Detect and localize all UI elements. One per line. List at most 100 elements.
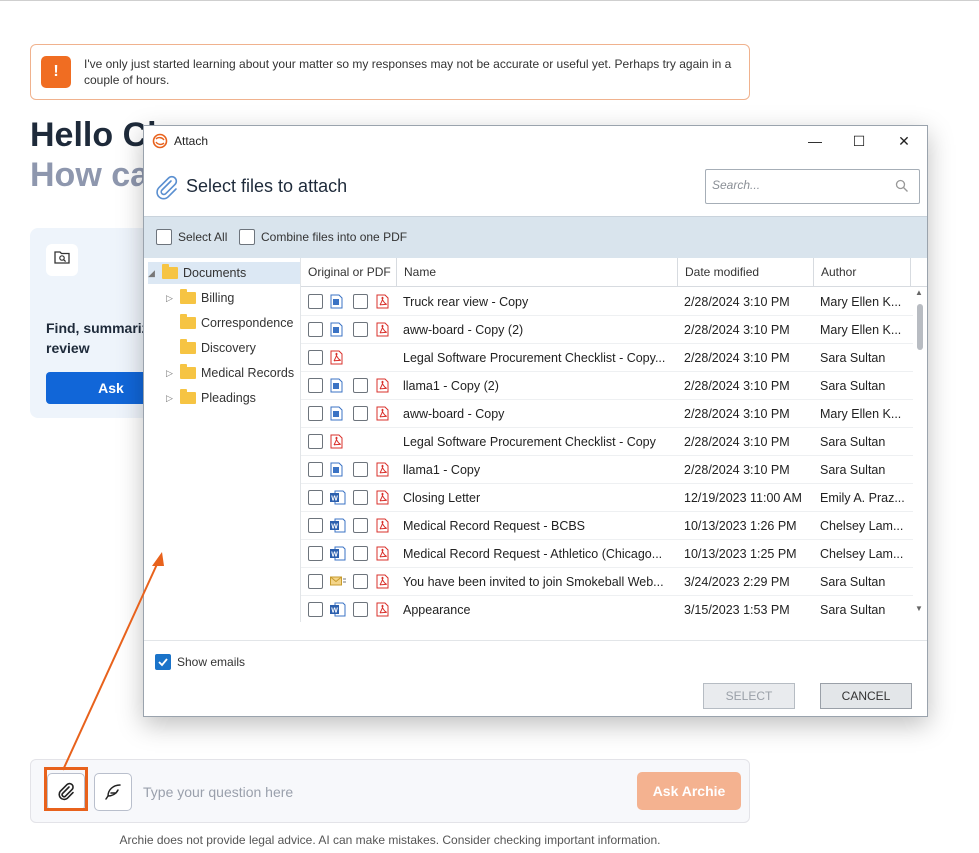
folder-icon bbox=[162, 264, 178, 279]
file-author: Sara Sultan bbox=[820, 463, 886, 477]
combine-option[interactable]: Combine files into one PDF bbox=[239, 229, 407, 245]
file-date: 10/13/2023 1:26 PM bbox=[684, 519, 797, 533]
pdf-checkbox[interactable] bbox=[353, 518, 368, 533]
combine-checkbox[interactable] bbox=[239, 229, 255, 245]
ask-archie-button[interactable]: Ask Archie bbox=[637, 772, 741, 810]
row-checkbox[interactable] bbox=[308, 602, 323, 617]
pdf-checkbox[interactable] bbox=[353, 406, 368, 421]
tree-item[interactable]: ▷ Billing bbox=[166, 287, 300, 309]
file-date: 3/15/2023 1:53 PM bbox=[684, 603, 790, 617]
disclaimer-text: Archie does not provide legal advice. AI… bbox=[119, 833, 661, 847]
column-original[interactable]: Original or PDF bbox=[301, 258, 397, 287]
row-checkbox[interactable] bbox=[308, 378, 323, 393]
file-author: Emily A. Praz... bbox=[820, 491, 905, 505]
file-row[interactable]: W Medical Record Request - BCBS 10/13/2023… bbox=[301, 512, 913, 540]
file-name: llama1 - Copy bbox=[403, 463, 481, 477]
pdf-checkbox[interactable] bbox=[353, 546, 368, 561]
file-row[interactable]: llama1 - Copy (2) 2/28/2024 3:10 PM Sara S… bbox=[301, 372, 913, 400]
minimize-button[interactable]: — bbox=[800, 130, 830, 152]
file-author: Sara Sultan bbox=[820, 603, 886, 617]
row-checkbox[interactable] bbox=[308, 462, 323, 477]
file-date: 2/28/2024 3:10 PM bbox=[684, 295, 790, 309]
file-row[interactable]: Truck rear view - Copy 2/28/2024 3:10 PM M… bbox=[301, 288, 913, 316]
dialog-footer: Show emails SELECT CANCEL bbox=[144, 640, 927, 716]
file-name: aww-board - Copy bbox=[403, 407, 505, 421]
file-name: Legal Software Procurement Checklist - C… bbox=[403, 435, 656, 449]
close-button[interactable]: ✕ bbox=[889, 130, 919, 152]
file-author: Chelsey Lam... bbox=[820, 519, 904, 533]
select-all-option[interactable]: Select All bbox=[156, 229, 227, 245]
row-checkbox[interactable] bbox=[308, 490, 323, 505]
file-author: Sara Sultan bbox=[820, 575, 886, 589]
column-name[interactable]: Name bbox=[397, 258, 678, 287]
question-bar: Ask Archie bbox=[30, 759, 750, 823]
search-input[interactable] bbox=[712, 178, 882, 192]
dialog-titlebar[interactable]: Attach — ☐ ✕ bbox=[144, 126, 927, 156]
folder-icon bbox=[180, 389, 196, 404]
folder-icon bbox=[180, 339, 196, 354]
tree-item-label: Medical Records bbox=[201, 366, 295, 380]
file-row[interactable]: Legal Software Procurement Checklist - C… bbox=[301, 428, 913, 456]
file-row[interactable]: aww-board - Copy 2/28/2024 3:10 PM Mary El… bbox=[301, 400, 913, 428]
row-checkbox[interactable] bbox=[308, 518, 323, 533]
maximize-button[interactable]: ☐ bbox=[844, 130, 874, 152]
document-icon bbox=[330, 462, 343, 477]
tree-item[interactable]: Correspondence bbox=[166, 312, 300, 334]
row-checkbox[interactable] bbox=[308, 350, 323, 365]
file-date: 2/28/2024 3:10 PM bbox=[684, 435, 790, 449]
column-author[interactable]: Author bbox=[814, 258, 911, 287]
expand-triangle-icon[interactable]: ▷ bbox=[166, 293, 175, 304]
file-row[interactable]: Legal Software Procurement Checklist - C… bbox=[301, 344, 913, 372]
file-row[interactable]: W Closing Letter 12/19/2023 11:00 AM Emily … bbox=[301, 484, 913, 512]
tree-item-label: Billing bbox=[201, 291, 235, 305]
pdf-icon bbox=[376, 490, 389, 505]
file-row[interactable]: aww-board - Copy (2) 2/28/2024 3:10 PM Mar… bbox=[301, 316, 913, 344]
pdf-icon bbox=[376, 406, 389, 421]
show-emails-checkbox[interactable] bbox=[155, 654, 171, 670]
pdf-checkbox[interactable] bbox=[353, 574, 368, 589]
file-row[interactable]: W Medical Record Request - Athletico (Chi… bbox=[301, 540, 913, 568]
file-date: 3/24/2023 2:29 PM bbox=[684, 575, 790, 589]
folder-tree: ◢ Documents ▷ Billing Correspondence Discover… bbox=[144, 258, 300, 638]
expanded-triangle-icon[interactable]: ◢ bbox=[148, 268, 157, 279]
pdf-checkbox[interactable] bbox=[353, 378, 368, 393]
pdf-checkbox[interactable] bbox=[353, 294, 368, 309]
scroll-thumb[interactable] bbox=[917, 304, 923, 350]
row-checkbox[interactable] bbox=[308, 294, 323, 309]
svg-text:W: W bbox=[331, 496, 338, 503]
expand-triangle-icon[interactable]: ▷ bbox=[166, 393, 175, 404]
select-button[interactable]: SELECT bbox=[703, 683, 795, 709]
tree-item[interactable]: ▷ Medical Records bbox=[166, 362, 300, 384]
scroll-up-icon[interactable]: ▲ bbox=[915, 288, 923, 297]
file-name: You have been invited to join Smokeball … bbox=[403, 575, 664, 589]
row-checkbox[interactable] bbox=[308, 406, 323, 421]
expand-triangle-icon[interactable]: ▷ bbox=[166, 368, 175, 379]
dialog-header: Select files to attach bbox=[144, 156, 927, 216]
tree-item[interactable]: Discovery bbox=[166, 337, 300, 359]
file-row[interactable]: You have been invited to join Smokeball … bbox=[301, 568, 913, 596]
column-date[interactable]: Date modified bbox=[678, 258, 814, 287]
draft-button[interactable] bbox=[94, 773, 132, 811]
pdf-checkbox[interactable] bbox=[353, 462, 368, 477]
grid-scrollbar[interactable]: ▲ ▼ bbox=[913, 288, 927, 622]
tree-item[interactable]: ◢ Documents bbox=[148, 262, 300, 284]
paperclip-icon bbox=[156, 175, 178, 200]
question-input[interactable] bbox=[143, 780, 623, 804]
file-row[interactable]: llama1 - Copy 2/28/2024 3:10 PM Sara Sulta… bbox=[301, 456, 913, 484]
row-checkbox[interactable] bbox=[308, 546, 323, 561]
pdf-checkbox[interactable] bbox=[353, 490, 368, 505]
row-checkbox[interactable] bbox=[308, 322, 323, 337]
scroll-down-icon[interactable]: ▼ bbox=[915, 604, 923, 613]
pdf-checkbox[interactable] bbox=[353, 602, 368, 617]
show-emails-option[interactable]: Show emails bbox=[155, 654, 245, 670]
file-name: Medical Record Request - Athletico (Chic… bbox=[403, 547, 663, 561]
file-author: Mary Ellen K... bbox=[820, 295, 902, 309]
pdf-checkbox[interactable] bbox=[353, 322, 368, 337]
cancel-button[interactable]: CANCEL bbox=[820, 683, 912, 709]
row-checkbox[interactable] bbox=[308, 574, 323, 589]
tree-item[interactable]: ▷ Pleadings bbox=[166, 387, 300, 409]
file-name: aww-board - Copy (2) bbox=[403, 323, 524, 337]
file-row[interactable]: W Appearance 3/15/2023 1:53 PM Sara Sultan bbox=[301, 596, 913, 622]
row-checkbox[interactable] bbox=[308, 434, 323, 449]
select-all-checkbox[interactable] bbox=[156, 229, 172, 245]
